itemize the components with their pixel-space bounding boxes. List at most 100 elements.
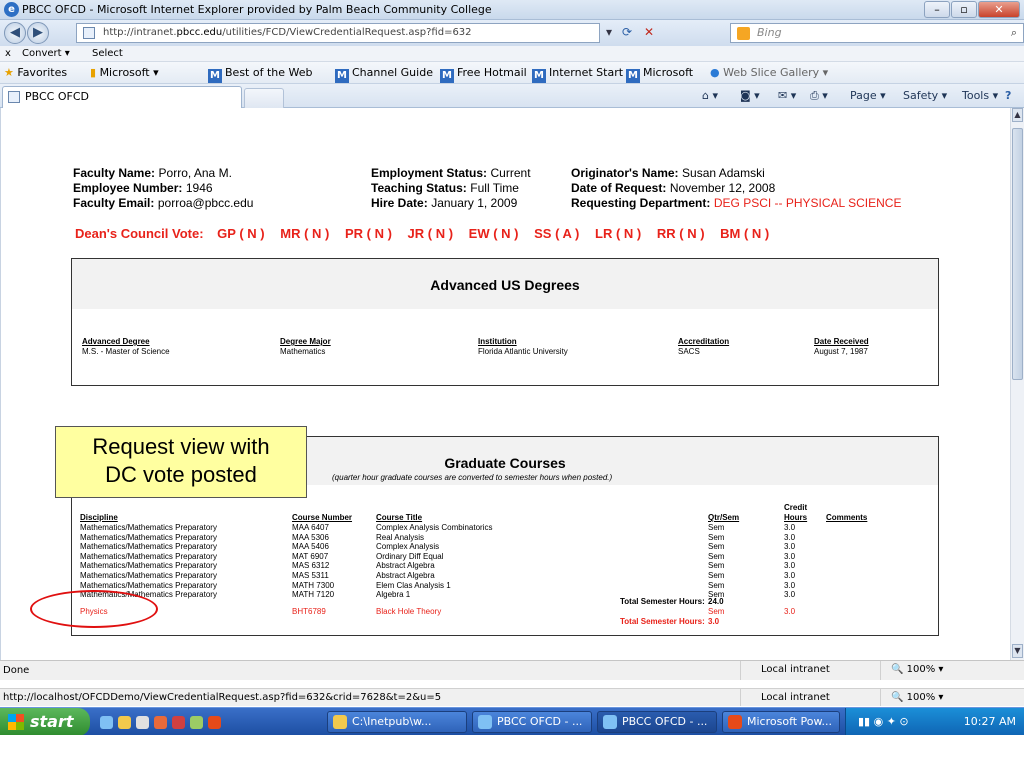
msn-icon: M	[440, 69, 454, 83]
help-icon[interactable]: ?	[1005, 89, 1011, 102]
tools-menu[interactable]: Tools ▾	[962, 89, 998, 102]
courses-subtitle: (quarter hour graduate courses are conve…	[332, 473, 613, 482]
quicklaunch-icon[interactable]	[118, 716, 131, 729]
vote-bm: BM ( N )	[720, 226, 770, 241]
physics-qtrsem: Sem	[708, 607, 725, 616]
degrees-header-date: Date Received	[814, 337, 869, 346]
employment-status-value: Current	[490, 166, 531, 180]
course-title: Elem Clas Analysis 1	[376, 580, 451, 590]
address-dropdown-icon[interactable]: ▾	[606, 23, 612, 43]
address-bar-row: ◀ ▶ http://intranet.pbcc.edu/utilities/F…	[0, 20, 1024, 46]
course-qtrsem: Sem	[708, 523, 725, 532]
fav-item-microsoft-2[interactable]: M Microsoft	[626, 66, 693, 83]
advanced-degrees-panel: Advanced US Degrees Advanced Degree Degr…	[71, 258, 939, 386]
window-title: PBCC OFCD - Microsoft Internet Explorer …	[22, 3, 492, 16]
powerpoint-quicklaunch-icon[interactable]	[208, 716, 221, 729]
feeds-icon[interactable]: ◙ ▾	[740, 89, 760, 102]
mail-icon[interactable]: ✉ ▾	[778, 89, 796, 102]
page-menu[interactable]: Page ▾	[850, 89, 886, 102]
taskbar-button-ie-2[interactable]: PBCC OFCD - ...	[597, 711, 717, 733]
bing-icon	[737, 27, 750, 40]
department-label: Requesting Department:	[571, 196, 711, 210]
quicklaunch-icon[interactable]	[154, 716, 167, 729]
taskbar-button-ie-1[interactable]: PBCC OFCD - ...	[472, 711, 592, 733]
search-placeholder: Bing	[757, 26, 782, 39]
clock[interactable]: 10:27 AM	[964, 708, 1016, 736]
status2-zoom[interactable]: 🔍 100% ▾	[880, 689, 1024, 706]
taskbar-label-0: C:\Inetpub\w...	[352, 715, 432, 728]
course-discipline: Mathematics/Mathematics Preparatory	[80, 571, 217, 580]
courses-header-number: Course Number	[292, 513, 353, 522]
course-title: Real Analysis	[376, 532, 425, 542]
start-button[interactable]: start	[0, 708, 90, 736]
msn-icon: M	[208, 69, 222, 83]
faculty-email-row: Faculty Email: porroa@pbcc.edu	[73, 196, 253, 210]
date-received-value: August 7, 1987	[814, 347, 868, 356]
vertical-scrollbar[interactable]: ▲ ▼	[1010, 108, 1024, 660]
minimize-button[interactable]: –	[924, 1, 950, 18]
total-hours-value-2: 3.0	[708, 617, 720, 626]
msn-icon: M	[626, 69, 640, 83]
scroll-thumb[interactable]	[1012, 128, 1023, 380]
search-input[interactable]: Bing ⌕	[730, 23, 1024, 43]
course-number: MAA 6407	[292, 523, 329, 532]
teaching-status-value: Full Time	[470, 181, 519, 195]
search-icon[interactable]: ⌕	[1011, 24, 1017, 42]
vote-gp: GP ( N )	[217, 226, 265, 241]
safety-menu[interactable]: Safety ▾	[903, 89, 947, 102]
fav-item-channel-guide[interactable]: M Channel Guide	[335, 66, 433, 83]
address-input[interactable]: http://intranet.pbcc.edu/utilities/FCD/V…	[76, 23, 600, 43]
fav-item-best-of-web[interactable]: M Best of the Web	[208, 66, 312, 83]
scroll-up-icon[interactable]: ▲	[1012, 108, 1023, 122]
print-icon[interactable]: ⎙ ▾	[810, 89, 828, 103]
quicklaunch-icon[interactable]	[136, 716, 149, 729]
course-title: Algebra 1	[376, 590, 411, 600]
physics-course-title: Black Hole Theory	[376, 607, 442, 616]
favorites-button[interactable]: ★ Favorites	[4, 66, 67, 79]
course-number: MAA 5406	[292, 542, 329, 552]
status-zoom[interactable]: 🔍 100% ▾	[880, 661, 1024, 680]
stop-icon[interactable]: ✕	[644, 23, 654, 43]
taskbar-label-1: PBCC OFCD - ...	[497, 715, 583, 728]
quicklaunch-icon[interactable]	[172, 716, 185, 729]
course-hours: 3.0	[784, 542, 796, 552]
course-number: MAS 6312	[292, 561, 330, 571]
msn-icon: M	[335, 69, 349, 83]
start-label: start	[30, 712, 74, 731]
back-button[interactable]: ◀	[4, 22, 26, 44]
select-button[interactable]: Select	[92, 48, 123, 59]
quicklaunch-icon[interactable]	[190, 716, 203, 729]
ie-quicklaunch-icon[interactable]	[100, 716, 113, 729]
employee-number-label: Employee Number:	[73, 181, 183, 195]
close-button[interactable]: ✕	[978, 1, 1020, 18]
vote-pr: PR ( N )	[344, 226, 392, 241]
degree-major-value: Mathematics	[280, 347, 326, 356]
faculty-email-label: Faculty Email:	[73, 196, 155, 210]
fav-item-internet-start[interactable]: M Internet Start	[532, 66, 623, 83]
status2-zone[interactable]: Local intranet	[740, 689, 850, 706]
toolbar-close-icon[interactable]: x	[5, 48, 11, 59]
refresh-icon[interactable]: ⟳	[622, 23, 632, 43]
status-zone[interactable]: Local intranet	[740, 661, 850, 680]
home-icon[interactable]: ⌂ ▾	[702, 89, 718, 102]
scroll-down-icon[interactable]: ▼	[1012, 644, 1023, 658]
vote-ew: EW ( N )	[468, 226, 519, 241]
forward-button[interactable]: ▶	[27, 22, 49, 44]
department-row: Requesting Department: DEG PSCI -- PHYSI…	[571, 196, 901, 210]
tab-pbcc-ofcd[interactable]: PBCC OFCD	[2, 86, 242, 108]
fav-item-web-slice[interactable]: ● Web Slice Gallery ▾	[710, 66, 828, 79]
employee-number-row: Employee Number: 1946	[73, 181, 213, 195]
tray-icons[interactable]: ▮▮ ◉ ✦ ⊙	[858, 708, 909, 736]
convert-menu[interactable]: Convert ▾	[22, 48, 70, 59]
new-tab-button[interactable]	[244, 88, 284, 108]
taskbar-button-explorer[interactable]: C:\Inetpub\w...	[327, 711, 467, 733]
convert-label: Convert	[22, 48, 62, 59]
maximize-button[interactable]: ▫	[951, 1, 977, 18]
degrees-header-accreditation: Accreditation	[678, 337, 730, 346]
taskbar-button-powerpoint[interactable]: Microsoft Pow...	[722, 711, 840, 733]
fav-item-free-hotmail[interactable]: M Free Hotmail	[440, 66, 527, 83]
fav-label-5: Microsoft	[643, 66, 694, 79]
vote-label: Dean's Council Vote:	[75, 226, 204, 241]
fav-item-microsoft[interactable]: ▮ Microsoft ▾	[90, 66, 159, 79]
window-titlebar[interactable]: e PBCC OFCD - Microsoft Internet Explore…	[0, 0, 1024, 20]
